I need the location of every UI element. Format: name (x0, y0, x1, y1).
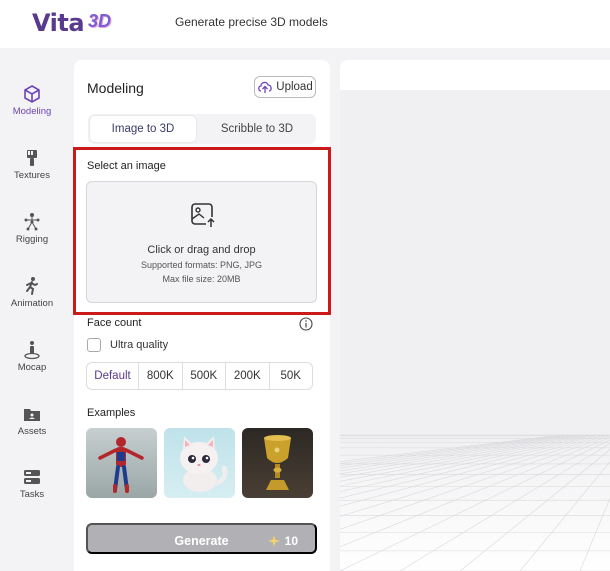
example-thumbnail-spiderman[interactable] (86, 428, 157, 498)
folder-icon (24, 409, 40, 421)
cube-icon (24, 85, 40, 103)
face-count-selector: Default 800K 500K 200K 50K (86, 362, 313, 390)
nav-label-textures: Textures (14, 170, 50, 181)
nav-item-modeling[interactable]: Modeling (0, 84, 64, 140)
left-nav: Modeling Textures Rigging Animation Moca… (0, 48, 64, 571)
floor-grid (340, 434, 610, 571)
nav-item-tasks[interactable]: Tasks (0, 467, 64, 523)
upload-label: Upload (276, 81, 313, 93)
modeling-panel: Modeling Upload Image to 3D Scribble to … (74, 60, 330, 571)
nav-label-rigging: Rigging (15, 234, 49, 245)
spiderman-figure-image (98, 437, 144, 493)
3d-viewport[interactable] (340, 60, 610, 571)
tasks-icon (24, 470, 40, 484)
app-logo[interactable]: Vita 3D (32, 8, 118, 38)
selection-highlight-box (73, 147, 331, 315)
brush-icon (27, 150, 37, 166)
examples-label: Examples (87, 407, 136, 419)
tab-image-to-3d[interactable]: Image to 3D (90, 116, 196, 142)
top-bar: Vita 3D Generate precise 3D models (0, 0, 610, 48)
nav-label-mocap: Mocap (17, 362, 47, 373)
cloud-upload-icon (258, 81, 273, 93)
info-icon[interactable] (299, 317, 313, 331)
mocap-figure-icon (24, 341, 40, 360)
face-option-200k[interactable]: 200K (226, 363, 270, 389)
example-thumbnail-cat[interactable] (164, 428, 235, 498)
generate-button[interactable]: Generate 10 (86, 523, 317, 554)
nav-item-mocap[interactable]: Mocap (0, 340, 64, 396)
face-option-800k[interactable]: 800K (139, 363, 183, 389)
cat-figure-image (180, 436, 228, 492)
nav-label-animation: Animation (10, 298, 54, 309)
generate-cost-value: 10 (284, 534, 298, 548)
nav-label-modeling: Modeling (12, 106, 52, 117)
running-figure-icon (26, 277, 38, 295)
goblet-figure-image (264, 435, 291, 490)
panel-title: Modeling (87, 80, 144, 96)
nav-label-assets: Assets (17, 426, 47, 437)
example-thumbnail-goblet[interactable] (242, 428, 313, 498)
nav-label-tasks: Tasks (19, 489, 45, 500)
face-count-label: Face count (87, 317, 142, 329)
nav-item-assets[interactable]: Assets (0, 404, 64, 460)
ultra-quality-checkbox[interactable] (87, 338, 101, 352)
sparkle-icon (267, 535, 280, 547)
generate-cost: 10 (267, 534, 298, 548)
face-option-50k[interactable]: 50K (270, 363, 313, 389)
logo-badge: 3D (88, 11, 112, 31)
upload-button[interactable]: Upload (254, 76, 316, 98)
nav-item-rigging[interactable]: Rigging (0, 212, 64, 268)
tab-scribble-to-3d[interactable]: Scribble to 3D (200, 116, 314, 142)
tagline: Generate precise 3D models (175, 15, 328, 29)
nav-item-textures[interactable]: Textures (0, 148, 64, 204)
skeleton-icon (24, 213, 40, 231)
face-option-default[interactable]: Default (87, 363, 139, 389)
mode-tabs: Image to 3D Scribble to 3D (88, 114, 316, 144)
ultra-quality-label: Ultra quality (110, 339, 169, 351)
face-option-500k[interactable]: 500K (183, 363, 226, 389)
logo-text: Vita (32, 9, 85, 37)
nav-item-animation[interactable]: Animation (0, 276, 64, 332)
